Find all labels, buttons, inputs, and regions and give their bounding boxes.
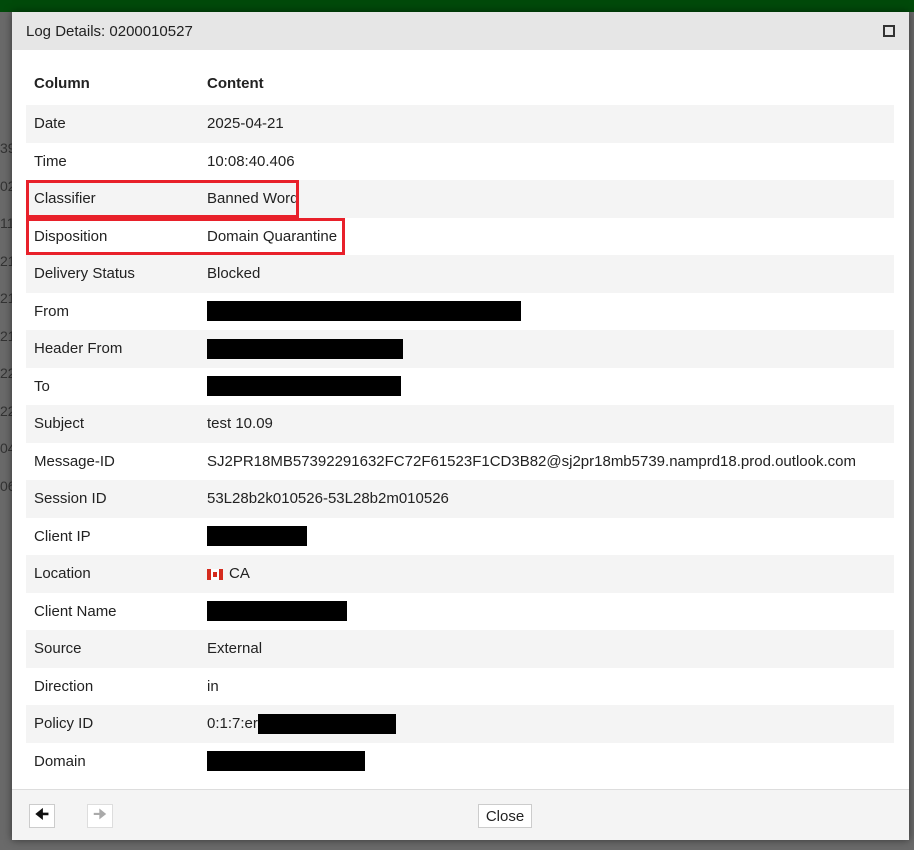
next-button[interactable]: 🠊 [87, 804, 113, 828]
redacted-block [207, 601, 347, 622]
detail-value-cell: External [199, 630, 894, 668]
redacted-block [207, 301, 521, 322]
detail-value-cell [199, 593, 894, 631]
detail-value-cell: SJ2PR18MB57392291632FC72F61523F1CD3B82@s… [199, 443, 894, 481]
detail-row: Source External [26, 630, 894, 668]
detail-key: Time [34, 152, 67, 170]
detail-value-cell: Blocked [199, 255, 894, 293]
detail-row: Disposition Domain Quarantine [26, 218, 894, 256]
modal-title: Log Details: 0200010527 [26, 22, 193, 40]
detail-row: Location CA [26, 555, 894, 593]
detail-value: Blocked [207, 265, 261, 283]
detail-key: Classifier [26, 180, 199, 218]
detail-key: Header From [26, 330, 199, 368]
redacted-block [207, 338, 403, 359]
detail-value-cell: 0:1:7:er [199, 705, 894, 743]
detail-value: Domain Quarantine [207, 227, 338, 245]
detail-row: Domain [26, 743, 894, 781]
close-button[interactable]: Close [478, 804, 532, 828]
detail-row: Classifier Banned Word [26, 180, 894, 218]
detail-value: Banned Word [207, 190, 299, 208]
detail-value-cell: 10:08:40.406 [199, 143, 894, 181]
detail-value: CA [229, 565, 250, 583]
arrow-right-icon: 🠊 [93, 805, 107, 823]
detail-value-cell: in [199, 668, 894, 706]
redacted-block [207, 376, 401, 397]
redacted-block [207, 751, 365, 772]
details-body[interactable]: Column Content Date 2025-04-21 Time 10:08:4… [26, 62, 894, 789]
detail-key: Subject [26, 405, 199, 443]
details-table: Column Content Date 2025-04-21 Time 10:08:4… [26, 62, 894, 780]
detail-value: 2025-04-21 [207, 115, 284, 133]
content-header: Content [207, 75, 264, 92]
detail-key: Domain [34, 752, 86, 770]
detail-value-cell [199, 518, 894, 556]
detail-row: Client IP [26, 518, 894, 556]
detail-value: External [207, 640, 263, 658]
detail-value-cell: Banned Word [199, 180, 894, 218]
arrow-left-icon: 🠈 [35, 805, 49, 823]
detail-value: 10:08:40.406 [207, 152, 295, 170]
detail-value-cell: Domain Quarantine [199, 218, 894, 256]
detail-value-cell: 2025-04-21 [199, 105, 894, 143]
detail-value: in [207, 677, 219, 695]
detail-key: Source [26, 630, 199, 668]
previous-button[interactable]: 🠈 [29, 804, 55, 828]
detail-key: Date [26, 105, 199, 143]
detail-key: Message-ID [34, 452, 115, 470]
detail-key: Direction [34, 677, 94, 695]
expand-icon[interactable] [883, 25, 895, 37]
detail-row: Date 2025-04-21 [26, 105, 894, 143]
detail-row: Subject test 10.09 [26, 405, 894, 443]
detail-key: Disposition [26, 218, 199, 256]
redacted-block [207, 526, 307, 547]
detail-value: SJ2PR18MB57392291632FC72F61523F1CD3B82@s… [207, 452, 856, 470]
detail-value-cell: CA [199, 555, 894, 593]
detail-key: Client Name [34, 602, 117, 620]
detail-value: 0:1:7:er [207, 714, 258, 732]
modal-header: Log Details: 0200010527 [12, 12, 909, 50]
modal-footer: 🠈 🠊 Close [12, 789, 909, 840]
detail-key: From [34, 302, 69, 320]
detail-row: Message-ID SJ2PR18MB57392291632FC72F61523… [26, 443, 894, 481]
detail-row: Delivery Status Blocked [26, 255, 894, 293]
detail-value-cell [199, 293, 894, 331]
detail-value-cell [199, 368, 894, 406]
detail-key: Client IP [34, 527, 91, 545]
detail-row: Policy ID 0:1:7:er [26, 705, 894, 743]
detail-value-cell [199, 743, 894, 781]
detail-key: To [34, 377, 50, 395]
detail-key: Session ID [26, 480, 199, 518]
detail-row: To [26, 368, 894, 406]
detail-row: From [26, 293, 894, 331]
detail-row: Direction in [26, 668, 894, 706]
detail-row: Header From [26, 330, 894, 368]
column-header: Column [34, 75, 90, 92]
detail-key: Location [26, 555, 199, 593]
detail-row: Client Name [26, 593, 894, 631]
detail-value-cell [199, 330, 894, 368]
detail-row: Session ID 53L28b2k010526-53L28b2m010526 [26, 480, 894, 518]
redacted-block [257, 713, 396, 734]
detail-value: test 10.09 [207, 415, 273, 433]
detail-value-cell: test 10.09 [199, 405, 894, 443]
app-top-bar [0, 0, 914, 12]
detail-value-cell: 53L28b2k010526-53L28b2m010526 [199, 480, 894, 518]
detail-key: Policy ID [26, 705, 199, 743]
detail-row: Time 10:08:40.406 [26, 143, 894, 181]
detail-key: Delivery Status [26, 255, 199, 293]
canada-flag-icon [207, 568, 223, 580]
log-details-modal: Log Details: 0200010527 Column Content D… [12, 12, 909, 840]
detail-value: 53L28b2k010526-53L28b2m010526 [207, 490, 449, 508]
